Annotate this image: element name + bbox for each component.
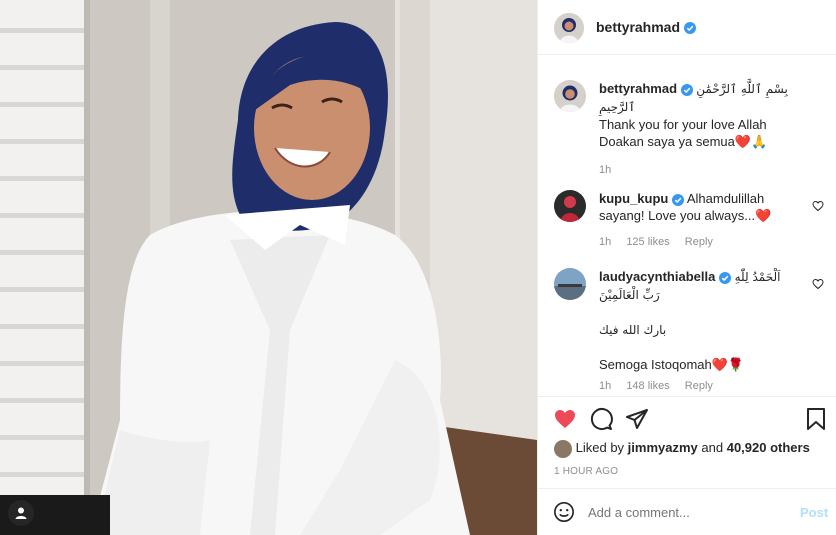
post-photo[interactable] — [0, 0, 537, 535]
liked-by-prefix: Liked by — [575, 440, 625, 455]
comment-emoji: ❤️ — [755, 208, 772, 223]
caption: bettyrahmad بِسْمِ ٱللَّهِ ٱلرَّحْمَٰنِ … — [554, 80, 824, 180]
caption-time: 1h — [599, 164, 612, 176]
user-tag-icon[interactable] — [8, 500, 34, 526]
comment-likes[interactable]: 148 likes — [626, 380, 669, 392]
post-header: bettyrahmad — [538, 0, 836, 55]
liked-by-and: and — [701, 440, 724, 455]
comment-line-1: اَلْحَمْدُ لِلّٰهِ — [734, 270, 781, 284]
comment-icon[interactable] — [589, 407, 613, 431]
caption-emoji: ❤️🙏 — [734, 134, 768, 149]
caption-line-2: Doakan saya ya semua — [599, 134, 735, 149]
post-timestamp[interactable]: 1 HOUR AGO — [554, 466, 618, 477]
verified-badge-icon — [671, 193, 684, 206]
liker-avatar[interactable] — [554, 439, 572, 458]
post-panel: bettyrahmad bettyrahmad بِسْمِ ٱللَّهِ ٱ… — [537, 0, 836, 535]
comment-likes[interactable]: 125 likes — [626, 236, 669, 248]
post-actions: Liked by jimmyazmy and 40,920 others 1 H… — [538, 396, 836, 488]
emoji-icon[interactable] — [553, 501, 575, 523]
comment-text: laudyacynthiabella اَلْحَمْدُ لِلّٰهِ رَ… — [599, 268, 799, 373]
verified-badge-icon — [683, 22, 696, 35]
comment-username[interactable]: laudyacynthiabella — [599, 269, 715, 284]
comment-line-2: sayang! Love you always... — [599, 208, 756, 223]
verified-badge-icon — [680, 83, 693, 96]
comment-meta: 1h 125 likes Reply — [599, 234, 725, 251]
add-comment-bar: Post — [538, 488, 836, 535]
author-avatar[interactable] — [554, 13, 584, 43]
author-username[interactable]: bettyrahmad — [596, 19, 680, 35]
comment-like-icon[interactable] — [812, 200, 824, 212]
comment-meta: 1h 148 likes Reply — [599, 378, 725, 395]
save-bookmark-icon[interactable] — [805, 407, 827, 431]
comment-line-2: رَبِّ الْعَالَمِيْنَ — [599, 288, 660, 302]
photo-illustration — [0, 0, 537, 535]
comment-emoji: ❤️🌹 — [711, 357, 745, 372]
comment-like-icon[interactable] — [812, 278, 824, 290]
liked-by-user[interactable]: jimmyazmy — [628, 440, 698, 455]
liked-by-row: Liked by jimmyazmy and 40,920 others — [554, 439, 810, 458]
share-icon[interactable] — [625, 407, 649, 431]
comment-line-4: Semoga Istoqomah — [599, 357, 712, 372]
comment-text: kupu_kupu Alhamdulillah sayang! Love you… — [599, 190, 799, 224]
comment-reply[interactable]: Reply — [685, 236, 713, 248]
comment-time: 1h — [599, 236, 612, 248]
like-heart-icon[interactable] — [553, 407, 577, 431]
liked-by-count[interactable]: 40,920 others — [727, 440, 810, 455]
comment-line-1: Alhamdulillah — [686, 191, 765, 206]
add-comment-input[interactable] — [588, 502, 788, 522]
verified-badge-icon — [718, 271, 731, 284]
comment-time: 1h — [599, 380, 612, 392]
comments-list[interactable]: bettyrahmad بِسْمِ ٱللَّهِ ٱلرَّحْمَٰنِ … — [538, 56, 836, 396]
post-comment-button[interactable]: Post — [800, 505, 828, 520]
comment-avatar[interactable] — [554, 190, 586, 222]
comment-reply[interactable]: Reply — [685, 380, 713, 392]
comment-avatar[interactable] — [554, 268, 586, 300]
caption-text: bettyrahmad بِسْمِ ٱللَّهِ ٱلرَّحْمَٰنِ … — [599, 80, 799, 150]
comment-item: laudyacynthiabella اَلْحَمْدُ لِلّٰهِ رَ… — [554, 268, 824, 393]
caption-avatar[interactable] — [554, 80, 586, 112]
caption-line-1: Thank you for your love Allah — [599, 117, 767, 132]
comment-item: kupu_kupu Alhamdulillah sayang! Love you… — [554, 190, 824, 250]
comment-line-3: بارك الله فيك — [599, 323, 667, 337]
caption-meta: 1h — [599, 162, 623, 179]
caption-username[interactable]: bettyrahmad — [599, 81, 677, 96]
comment-username[interactable]: kupu_kupu — [599, 191, 668, 206]
